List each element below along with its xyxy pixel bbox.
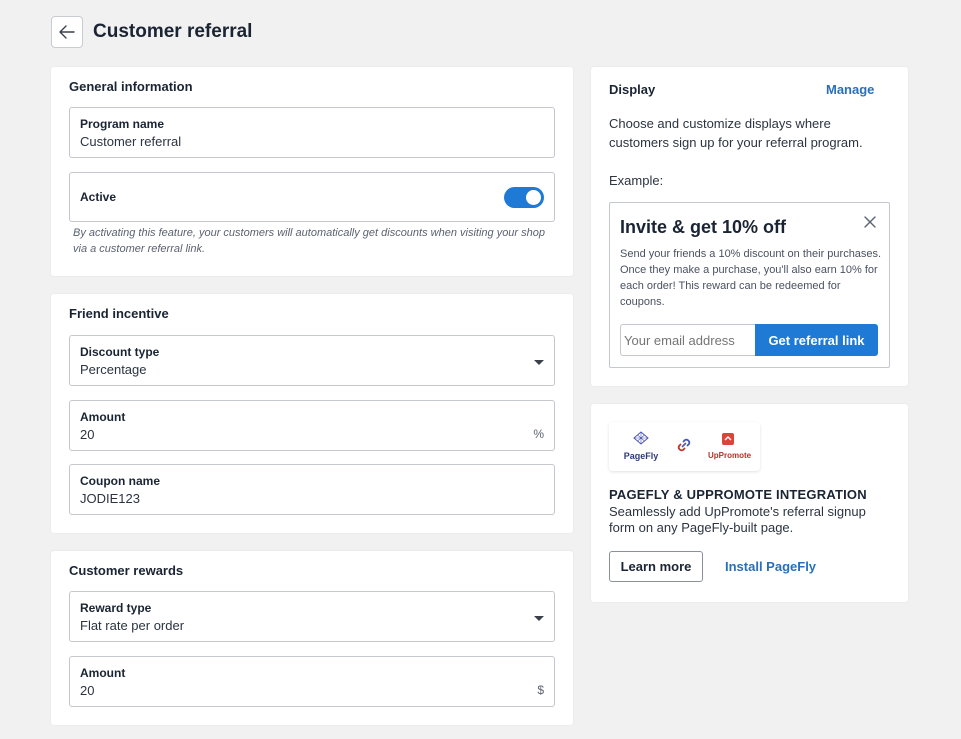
example-body: Send your friends a 10% discount on thei… <box>620 248 882 308</box>
active-label: Active <box>80 190 117 204</box>
active-toggle[interactable] <box>504 187 544 208</box>
pagefly-mark-icon <box>633 431 649 445</box>
caret-down-icon <box>534 616 544 621</box>
integration-card: PageFly UpPromote PAGEFLY & UPPROMOTE IN… <box>591 404 908 602</box>
percent-suffix: % <box>533 427 544 441</box>
arrow-left-icon <box>59 25 75 39</box>
pagefly-logo: PageFly <box>621 431 661 461</box>
program-name-label: Program name <box>80 117 165 131</box>
friend-amount-field[interactable]: Amount 20 % <box>69 400 555 451</box>
customer-rewards-card: Customer rewards Reward type Flat rate p… <box>51 551 573 725</box>
get-referral-link-button[interactable]: Get referral link <box>755 324 878 356</box>
integration-logos: PageFly UpPromote <box>609 422 760 471</box>
pagefly-logo-text: PageFly <box>623 451 659 461</box>
general-information-card: General information Program name Custome… <box>51 67 573 276</box>
page-title: Customer referral <box>93 21 253 42</box>
display-description: Choose and customize displays where cust… <box>609 116 863 150</box>
reward-type-select[interactable]: Reward type Flat rate per order <box>69 591 555 642</box>
close-icon[interactable] <box>863 215 877 229</box>
customer-rewards-title: Customer rewards <box>69 563 184 578</box>
learn-more-button[interactable]: Learn more <box>609 551 703 582</box>
uppromote-logo-text: UpPromote <box>708 451 752 460</box>
dollar-suffix: $ <box>537 683 544 697</box>
friend-incentive-title: Friend incentive <box>69 306 169 321</box>
page-header: Customer referral <box>51 16 252 48</box>
example-popup: Invite & get 10% off Send your friends a… <box>609 202 890 368</box>
reward-type-value: Flat rate per order <box>80 618 185 633</box>
program-name-value: Customer referral <box>80 134 182 149</box>
uppromote-logo: UpPromote <box>708 432 752 460</box>
reward-amount-field[interactable]: Amount 20 $ <box>69 656 555 707</box>
reward-type-label: Reward type <box>80 601 152 615</box>
integration-title: PAGEFLY & UPPROMOTE INTEGRATION <box>609 487 867 502</box>
uppromote-mark-icon <box>722 433 734 445</box>
example-title: Invite & get 10% off <box>620 217 787 237</box>
general-information-title: General information <box>69 79 193 94</box>
coupon-name-field[interactable]: Coupon name JODIE123 <box>69 464 555 515</box>
reward-amount-label: Amount <box>80 666 126 680</box>
manage-link[interactable]: Manage <box>826 82 874 97</box>
coupon-name-value: JODIE123 <box>80 491 140 506</box>
reward-amount-value: 20 <box>80 683 95 698</box>
email-input[interactable] <box>620 324 756 356</box>
install-pagefly-link[interactable]: Install PageFly <box>725 559 816 574</box>
discount-type-select[interactable]: Discount type Percentage <box>69 335 555 386</box>
coupon-name-label: Coupon name <box>80 474 160 488</box>
active-field: Active <box>69 172 555 222</box>
link-icon <box>677 438 691 452</box>
display-card: Display Manage Choose and customize disp… <box>591 67 908 386</box>
display-title: Display <box>609 82 656 97</box>
program-name-field[interactable]: Program name Customer referral <box>69 107 555 158</box>
back-button[interactable] <box>51 16 83 48</box>
friend-amount-value: 20 <box>80 427 95 442</box>
toggle-knob <box>526 190 541 205</box>
integration-description: Seamlessly add UpPromote's referral sign… <box>609 504 866 535</box>
discount-type-label: Discount type <box>80 345 160 359</box>
discount-type-value: Percentage <box>80 362 147 377</box>
example-label: Example: <box>609 173 664 188</box>
caret-down-icon <box>534 360 544 365</box>
friend-incentive-card: Friend incentive Discount type Percentag… <box>51 294 573 533</box>
active-help-text: By activating this feature, your custome… <box>73 227 545 255</box>
friend-amount-label: Amount <box>80 410 126 424</box>
